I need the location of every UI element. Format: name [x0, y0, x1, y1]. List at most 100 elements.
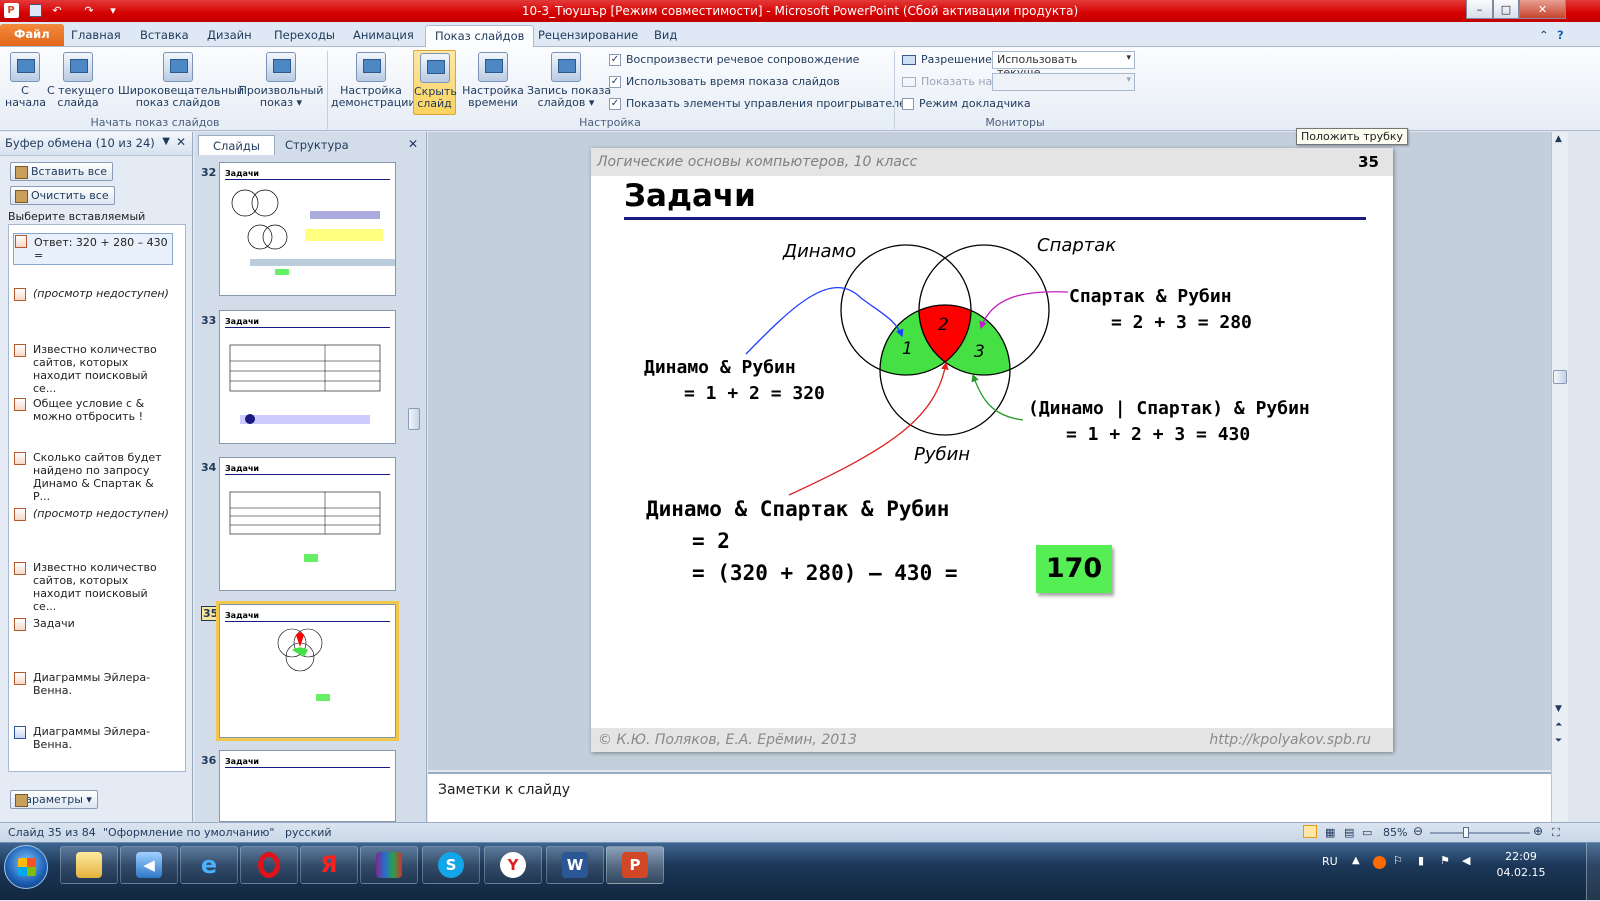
tab-animation[interactable]: Анимация: [344, 25, 423, 47]
tab-file[interactable]: Файл: [0, 24, 64, 46]
normal-view-icon[interactable]: [1303, 825, 1317, 838]
list-item[interactable]: Известно количество сайтов, которых нахо…: [13, 343, 173, 395]
minimize-button[interactable]: –: [1466, 0, 1493, 19]
language-indicator[interactable]: RU: [1322, 855, 1338, 868]
taskbar-opera[interactable]: [240, 846, 298, 884]
list-item[interactable]: Общее условие с & можно отбросить !: [13, 397, 173, 423]
tab-review[interactable]: Рецензирование: [529, 25, 647, 47]
signal-icon[interactable]: ▮: [1418, 854, 1424, 867]
theme-name[interactable]: "Оформление по умолчанию": [103, 826, 274, 839]
venn-rubin-region: [880, 305, 1010, 375]
tab-outline[interactable]: Структура: [271, 135, 363, 155]
tab-home[interactable]: Главная: [62, 25, 130, 47]
taskbar-winrar[interactable]: [360, 846, 418, 884]
taskbar-sound[interactable]: ◀: [120, 846, 178, 884]
tab-view[interactable]: Вид: [645, 25, 686, 47]
tray-app-icon[interactable]: [1373, 856, 1386, 869]
list-item[interactable]: Задачи: [13, 617, 173, 631]
reading-view-icon[interactable]: ▤: [1344, 826, 1354, 839]
use-timings-checkbox[interactable]: ✓ Использовать время показа слайдов: [609, 75, 840, 88]
list-item[interactable]: Ответ: 320 + 280 – 430 =: [13, 233, 173, 265]
fit-to-window-icon[interactable]: ⛶: [1552, 826, 1560, 840]
zoom-slider[interactable]: [1430, 832, 1530, 834]
tab-slide-show[interactable]: Показ слайдов: [425, 25, 535, 47]
pane-options-icon[interactable]: ▼: [162, 136, 170, 147]
panel-scrollbar-thumb[interactable]: [408, 408, 420, 430]
tab-insert[interactable]: Вставка: [131, 25, 198, 47]
tab-design[interactable]: Дизайн: [198, 25, 261, 47]
scroll-up-icon[interactable]: ▲: [1555, 134, 1562, 144]
start-from-beginning-button[interactable]: С начала: [5, 52, 46, 109]
scrollbar-thumb[interactable]: [1553, 370, 1567, 384]
list-item[interactable]: (просмотр недоступен): [13, 287, 173, 301]
previous-slide-icon[interactable]: ⏶: [1555, 720, 1562, 730]
taskbar-word[interactable]: W: [546, 846, 604, 884]
close-pane-icon[interactable]: ✕: [176, 135, 186, 149]
presenter-view-checkbox[interactable]: Режим докладчика: [902, 97, 1031, 110]
clock[interactable]: 22:09 04.02.15: [1492, 849, 1550, 881]
taskbar-ie[interactable]: e: [180, 846, 238, 884]
venn-thumb-icon: [231, 189, 395, 275]
checkbox-checked-icon: ✓: [609, 97, 621, 110]
scroll-down-icon[interactable]: ▼: [1555, 704, 1562, 714]
slide-thumbnail-selected[interactable]: Задачи: [216, 601, 399, 741]
start-button[interactable]: [4, 845, 48, 889]
notes-pane[interactable]: Заметки к слайду: [428, 772, 1551, 822]
show-on-label: Показать на:: [902, 75, 996, 88]
close-button[interactable]: ✕: [1519, 0, 1566, 19]
slideshow-view-icon[interactable]: ▭: [1362, 826, 1372, 839]
slide-sorter-icon[interactable]: ▦: [1325, 826, 1335, 839]
tray-expand-icon[interactable]: ▲: [1352, 855, 1360, 866]
setup-show-button[interactable]: Настройка демонстрации: [331, 52, 416, 109]
zoom-in-icon[interactable]: ⊕: [1533, 824, 1543, 838]
hide-slide-button[interactable]: Скрыть слайд: [413, 50, 457, 115]
show-on-dropdown[interactable]: ▾: [992, 73, 1135, 91]
tab-slides[interactable]: Слайды: [198, 135, 275, 155]
slide-number: 33: [201, 314, 217, 327]
zoom-slider-handle[interactable]: [1463, 827, 1469, 838]
next-slide-icon[interactable]: ⏷: [1555, 736, 1562, 746]
taskbar-yandex-browser[interactable]: Y: [484, 846, 542, 884]
taskbar-explorer[interactable]: [60, 846, 118, 884]
slide-thumbnail[interactable]: Задачи: [219, 457, 396, 591]
list-item[interactable]: Сколько сайтов будет найдено по запросу …: [13, 451, 173, 503]
zoom-level[interactable]: 85%: [1383, 826, 1407, 839]
slide-number: 35: [201, 606, 221, 621]
hide-slide-icon: [419, 53, 450, 83]
taskbar-powerpoint[interactable]: P: [606, 846, 664, 884]
taskbar-skype[interactable]: S: [422, 846, 480, 884]
list-item[interactable]: Диаграммы Эйлера-Венна.: [13, 725, 173, 751]
tab-transitions[interactable]: Переходы: [265, 25, 344, 47]
play-narrations-checkbox[interactable]: ✓ Воспроизвести речевое сопровождение: [609, 53, 859, 66]
slide-canvas[interactable]: Логические основы компьютеров, 10 класс …: [591, 148, 1393, 752]
zoom-out-icon[interactable]: ⊖: [1413, 824, 1423, 838]
list-item[interactable]: (просмотр недоступен): [13, 507, 173, 521]
taskbar-yandex[interactable]: Я: [300, 846, 358, 884]
resolution-dropdown[interactable]: Использовать текуще...▾: [992, 51, 1135, 79]
slide-thumbnail[interactable]: Задачи: [219, 162, 396, 296]
help-icon[interactable]: ?: [1548, 25, 1573, 47]
record-slideshow-button[interactable]: Запись показа слайдов ▾: [527, 52, 611, 109]
powerpoint-icon: [14, 452, 26, 465]
language-indicator[interactable]: русский: [285, 826, 332, 839]
options-button[interactable]: Параметры ▾: [10, 790, 98, 809]
list-item[interactable]: Диаграммы Эйлера-Венна.: [13, 671, 173, 697]
slide-number: 32: [201, 166, 217, 179]
maximize-button[interactable]: □: [1493, 0, 1519, 19]
show-desktop-button[interactable]: [1586, 843, 1600, 901]
show-media-controls-checkbox[interactable]: ✓ Показать элементы управления проигрыват…: [609, 97, 914, 110]
custom-show-button[interactable]: Произвольный показ ▾: [238, 52, 324, 109]
network-icon[interactable]: ⚐: [1393, 854, 1403, 867]
slide-thumbnail[interactable]: Задачи: [219, 750, 396, 822]
broadcast-slideshow-button[interactable]: Широковещательный показ слайдов: [118, 52, 244, 109]
slide-thumbnail[interactable]: Задачи: [219, 310, 396, 444]
paste-all-button[interactable]: Вставить все: [10, 162, 114, 181]
start-from-current-button[interactable]: С текущего слайда: [47, 52, 114, 109]
volume-icon[interactable]: ◀: [1462, 854, 1470, 867]
rehearse-timings-button[interactable]: Настройка времени: [462, 52, 524, 109]
close-panel-icon[interactable]: ✕: [408, 137, 418, 151]
clear-all-button[interactable]: Очистить все: [10, 186, 115, 205]
flag-icon[interactable]: ⚑: [1440, 854, 1450, 867]
list-item[interactable]: Известно количество сайтов, которых нахо…: [13, 561, 173, 613]
vertical-scrollbar[interactable]: ▲ ▼ ⏶ ⏷: [1551, 132, 1568, 822]
